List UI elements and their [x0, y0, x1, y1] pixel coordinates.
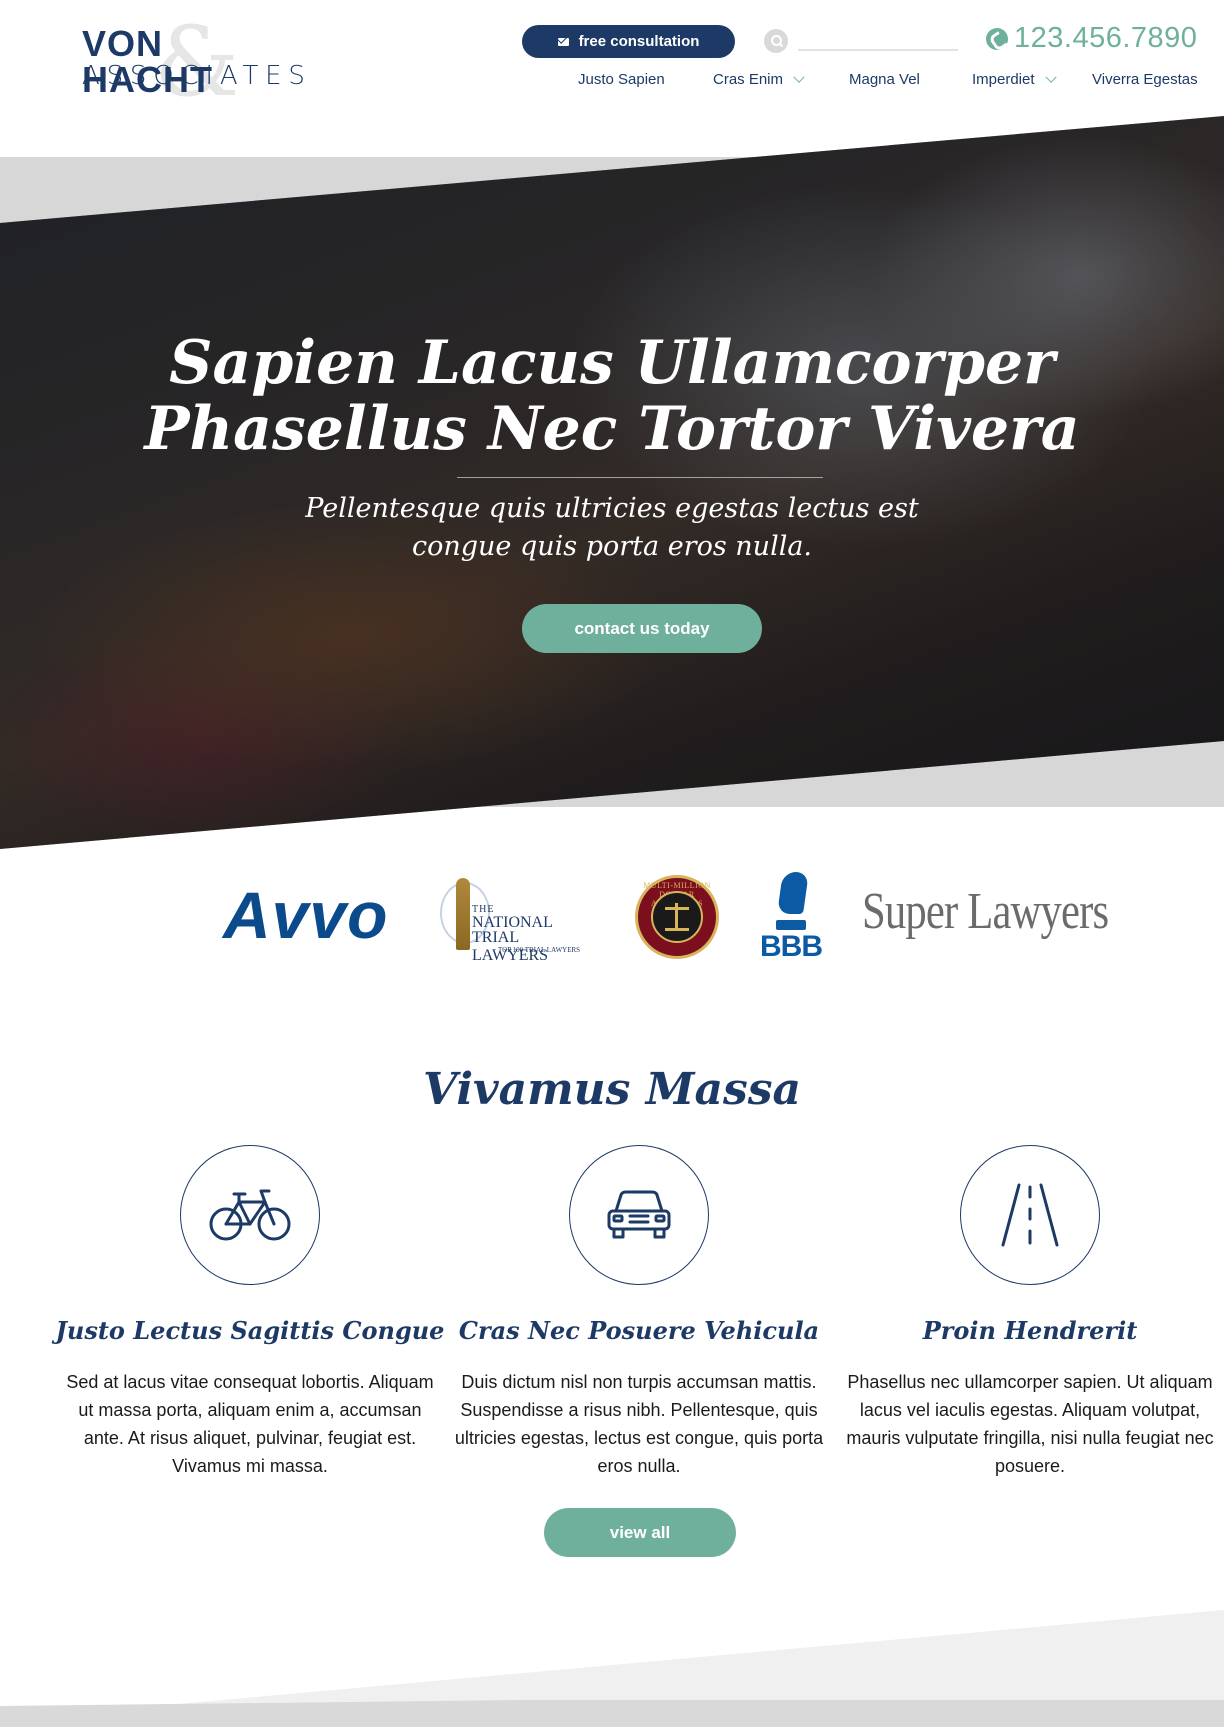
practice-card-2: Cras Nec Posuere Vehicula Duis dictum ni… — [444, 1145, 834, 1485]
nav-item-label: Cras Enim — [713, 71, 784, 88]
million-dollar-advocates-logo[interactable]: MULTI-MILLION DOLLAR ADVOCATES FORUM — [635, 875, 719, 959]
nav-item-label: Justo Sapien — [578, 71, 665, 88]
practice-card-text: Duis dictum nisl non turpis accumsan mat… — [454, 1372, 824, 1476]
phone-link[interactable]: 123.456.7890 — [986, 22, 1197, 55]
ntl-line-3: TOP 100 TRIAL LAWYERS — [498, 946, 581, 954]
accreditation-badges: Avvo THE NATIONAL TRIAL LAWYERS TOP 100 … — [0, 860, 1224, 970]
hero-subtitle-line-1: Pellentesque quis ultricies egestas lect… — [305, 493, 919, 524]
practice-card-icon-link[interactable] — [960, 1145, 1100, 1285]
search-bar — [764, 29, 958, 53]
phone-number: 123.456.7890 — [1014, 22, 1198, 54]
practice-card-text: Phasellus nec ullamcorper sapien. Ut ali… — [846, 1372, 1214, 1476]
practice-card-icon-link[interactable] — [569, 1145, 709, 1285]
nav-item-justo-sapien[interactable]: Justo Sapien — [578, 71, 665, 88]
mmdaf-seal — [651, 891, 703, 943]
practice-areas-title: Vivamus Massa — [422, 1064, 802, 1115]
contact-us-button[interactable]: contact us today — [522, 604, 762, 653]
road-icon — [1001, 1183, 1059, 1247]
practice-card-3: Proin Hendrerit Phasellus nec ullamcorpe… — [835, 1145, 1224, 1485]
practice-card-title: Proin Hendrerit — [922, 1316, 1138, 1345]
site-header: & VON HACHT ASSOCIATES free consultation… — [0, 0, 1224, 120]
bbb-text: BBB — [760, 930, 823, 963]
practice-card-1: Justo Lectus Sagittis Congue Sed at lacu… — [55, 1145, 445, 1485]
chevron-down-icon — [793, 71, 805, 83]
bottom-decorative-band — [0, 1700, 1224, 1727]
avvo-logo[interactable]: Avvo — [223, 882, 388, 948]
torch-base-icon — [776, 920, 806, 930]
lady-justice-icon — [456, 878, 470, 950]
hero-title-line-2: Phasellus Nec Tortor Vivera — [144, 394, 1080, 464]
bbb-logo[interactable]: BBB — [758, 868, 828, 968]
envelope-icon — [557, 37, 569, 46]
hero-subtitle: Pellentesque quis ultricies egestas lect… — [0, 490, 1224, 566]
nav-item-label: Magna Vel — [849, 71, 920, 88]
super-lawyers-logo[interactable]: Super Lawyers — [862, 886, 1109, 938]
torch-icon — [777, 872, 809, 914]
scales-icon — [665, 903, 689, 931]
hero-subtitle-line-2: congue quis porta eros nulla. — [411, 531, 813, 562]
main-nav: Justo Sapien Cras Enim Magna Vel Imperdi… — [560, 71, 1200, 93]
view-all-button[interactable]: view all — [544, 1508, 736, 1557]
phone-icon — [986, 27, 1008, 50]
hero-title: Sapien Lacus Ullamcorper Phasellus Nec T… — [0, 330, 1224, 462]
national-trial-lawyers-logo[interactable]: THE NATIONAL TRIAL LAWYERS TOP 100 TRIAL… — [438, 876, 594, 964]
practice-card-title: Cras Nec Posuere Vehicula — [458, 1316, 820, 1345]
logo-line-2: ASSOCIATES — [82, 61, 312, 91]
practice-card-icon-link[interactable] — [180, 1145, 320, 1285]
bicycle-icon — [209, 1189, 291, 1241]
hero-image — [0, 116, 1224, 849]
search-input[interactable] — [798, 33, 958, 51]
chevron-down-icon — [1044, 71, 1057, 83]
nav-item-label: Imperdiet — [972, 71, 1035, 88]
nav-item-label: Viverra Egestas — [1092, 71, 1198, 88]
nav-item-magna-vel[interactable]: Magna Vel — [849, 71, 920, 88]
car-icon — [607, 1190, 671, 1239]
hero-overlay — [0, 116, 1224, 849]
nav-item-cras-enim[interactable]: Cras Enim — [713, 71, 805, 88]
free-consultation-button[interactable]: free consultation — [522, 25, 735, 58]
hero-divider — [457, 477, 823, 478]
nav-item-imperdiet[interactable]: Imperdiet — [972, 71, 1057, 88]
hero-title-line-1: Sapien Lacus Ullamcorper — [169, 328, 1055, 398]
site-logo[interactable]: & VON HACHT ASSOCIATES — [82, 14, 305, 110]
practice-card-title: Justo Lectus Sagittis Congue — [55, 1316, 445, 1345]
nav-item-viverra-egestas[interactable]: Viverra Egestas — [1092, 71, 1198, 88]
search-icon[interactable] — [764, 29, 788, 53]
practice-card-text: Sed at lacus vitae consequat lobortis. A… — [66, 1372, 434, 1476]
free-consultation-label: free consultation — [578, 33, 700, 50]
